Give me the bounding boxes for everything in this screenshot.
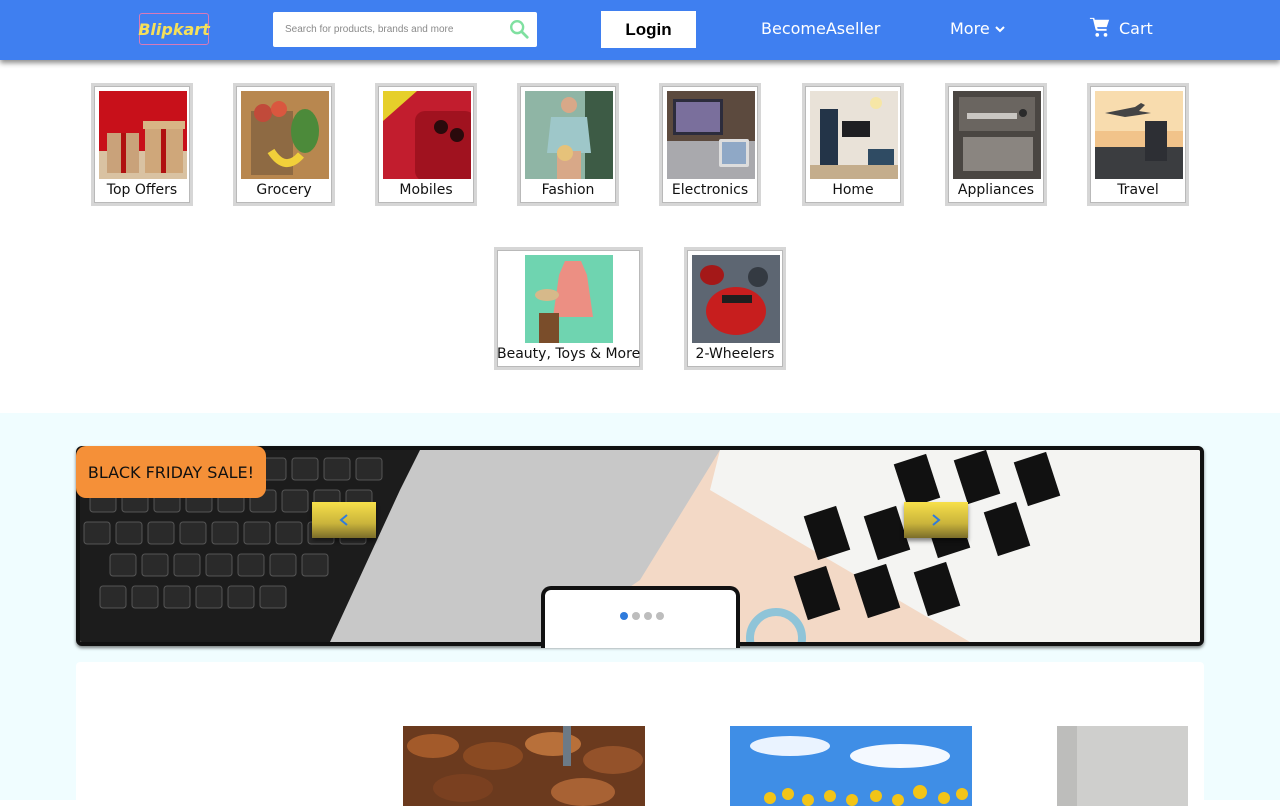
chevron-right-icon [932,514,941,526]
fashion-model-image [525,91,613,179]
category-label: Top Offers [106,182,178,198]
top-navbar: Blipkart Login BecomeAseller More Cart [0,0,1280,60]
category-electronics[interactable]: Electronics [659,83,761,206]
carousel-next-button[interactable] [904,502,968,538]
cart-icon [1089,17,1110,37]
pagination-dot-active[interactable] [620,612,628,620]
autumn-leaves-image [403,726,645,806]
logo[interactable]: Blipkart [138,13,210,45]
category-mobiles[interactable]: Mobiles [375,83,477,206]
become-seller-link[interactable]: BecomeAseller [761,19,880,38]
sunflower-field-image [730,726,972,806]
chevron-left-icon [339,514,348,526]
category-top-offers[interactable]: Top Offers [91,83,193,206]
more-label: More [950,19,990,38]
grocery-bag-image [241,91,329,179]
category-appliances[interactable]: Appliances [945,83,1047,206]
search-bar [273,12,537,47]
deal-card-leaves[interactable] [403,726,645,806]
pagination-dot[interactable] [632,612,640,620]
oven-image [953,91,1041,179]
deal-card-partial[interactable] [1057,726,1188,806]
chevron-down-icon [994,25,1005,32]
sale-tag: BLACK FRIDAY SALE! [76,446,266,498]
airport-image [1095,91,1183,179]
category-label: Travel [1117,182,1159,198]
category-label: Mobiles [399,182,453,198]
category-fashion[interactable]: Fashion [517,83,619,206]
pagination-dot[interactable] [644,612,652,620]
cart-label: Cart [1119,18,1153,38]
category-label: 2-Wheelers [695,346,775,362]
cart-link[interactable]: Cart [1089,17,1153,39]
carousel-prev-button[interactable] [312,502,376,538]
category-label: Home [832,182,874,198]
category-label: Beauty, Toys & More [497,346,641,362]
phone-image [383,91,471,179]
pagination-dot[interactable] [656,612,664,620]
search-input[interactable] [273,12,503,47]
gray-product-image [1057,726,1188,806]
pagination-dots [620,612,664,620]
category-beauty-toys[interactable]: Beauty, Toys & More [494,247,643,370]
dress-hat-image [525,255,613,343]
category-label: Electronics [671,182,749,198]
deal-card-sunflowers[interactable] [730,726,972,806]
category-2-wheelers[interactable]: 2-Wheelers [684,247,786,370]
carousel-pagination [541,586,740,648]
living-room-image [810,91,898,179]
more-menu[interactable]: More [950,19,1006,38]
laptop-tablet-image [667,91,755,179]
category-label: Appliances [957,182,1035,198]
category-travel[interactable]: Travel [1087,83,1189,206]
category-label: Grocery [256,182,312,198]
scooter-image [692,255,780,343]
search-icon[interactable] [508,18,530,40]
gift-boxes-image [99,91,187,179]
category-label: Fashion [541,182,595,198]
category-home[interactable]: Home [802,83,904,206]
category-grocery[interactable]: Grocery [233,83,335,206]
login-button[interactable]: Login [601,11,696,48]
